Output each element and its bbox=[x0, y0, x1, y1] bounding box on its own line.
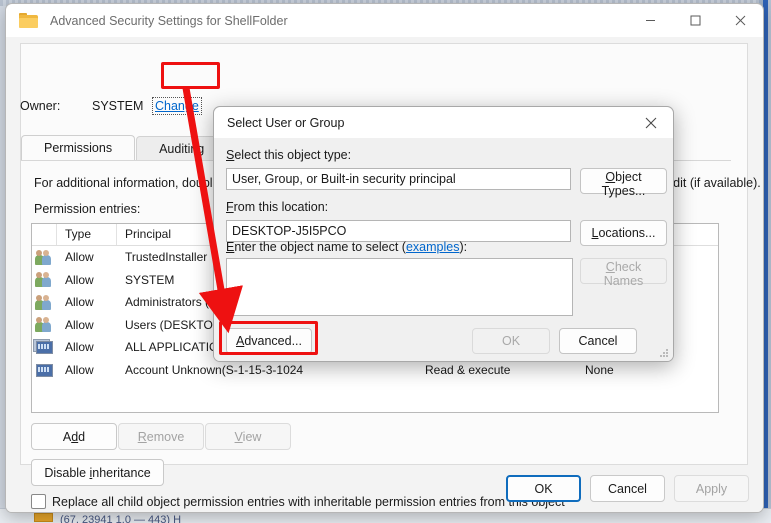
object-type-label: Select this object type: bbox=[226, 148, 352, 162]
remove-button[interactable]: Remove bbox=[118, 423, 204, 450]
dialog-ok-button[interactable]: OK bbox=[472, 328, 550, 354]
examples-link[interactable]: examples bbox=[406, 240, 460, 254]
users-group-icon bbox=[32, 314, 57, 337]
dialog-title-bar: Select User or Group bbox=[214, 107, 673, 138]
location-field[interactable]: DESKTOP-J5I5PCO bbox=[226, 220, 571, 242]
footer-buttons: OK Cancel Apply bbox=[506, 475, 749, 502]
users-group-icon bbox=[32, 246, 57, 269]
cell-type: Allow bbox=[65, 250, 94, 264]
object-types-button[interactable]: Object Types... bbox=[580, 168, 667, 198]
permission-entries-label: Permission entries: bbox=[34, 202, 141, 216]
cell-type: Allow bbox=[65, 295, 94, 309]
tab-strip: Permissions Auditing bbox=[21, 135, 228, 161]
background-status-text: (67, 23941 1.0 — 443) H bbox=[60, 514, 182, 523]
window-controls bbox=[628, 4, 763, 37]
cell-type: Allow bbox=[65, 362, 94, 377]
apply-button[interactable]: Apply bbox=[674, 475, 749, 502]
computer-icon bbox=[32, 359, 57, 382]
users-group-icon bbox=[32, 291, 57, 314]
owner-value: SYSTEM bbox=[92, 99, 144, 113]
text-caret bbox=[231, 303, 232, 316]
minimize-button[interactable] bbox=[628, 4, 673, 37]
locations-button[interactable]: Locations... bbox=[580, 220, 667, 246]
object-name-input[interactable] bbox=[226, 258, 573, 316]
location-label: From this location: bbox=[226, 200, 329, 214]
add-button[interactable]: Add bbox=[31, 423, 117, 450]
view-button[interactable]: View bbox=[205, 423, 291, 450]
dialog-title: Select User or Group bbox=[227, 115, 345, 130]
title-bar: Advanced Security Settings for ShellFold… bbox=[6, 4, 763, 37]
close-button[interactable] bbox=[718, 4, 763, 37]
users-group-icon bbox=[32, 269, 57, 292]
app-packages-icon bbox=[32, 336, 57, 359]
cancel-button[interactable]: Cancel bbox=[590, 475, 665, 502]
dialog-cancel-button[interactable]: Cancel bbox=[559, 328, 637, 354]
maximize-button[interactable] bbox=[673, 4, 718, 37]
dialog-close-button[interactable] bbox=[629, 107, 673, 138]
screen: (67, 23941 1.0 — 443) H Advanced Securit… bbox=[0, 0, 771, 523]
object-type-field[interactable]: User, Group, or Built-in security princi… bbox=[226, 168, 571, 190]
object-name-label-pre: nter the object name to select ( bbox=[234, 240, 406, 254]
dialog-body: Select this object type: User, Group, or… bbox=[214, 138, 673, 361]
cell-type: Allow bbox=[65, 340, 94, 354]
advanced-button[interactable]: Advanced... bbox=[226, 328, 312, 354]
window-title: Advanced Security Settings for ShellFold… bbox=[50, 13, 288, 28]
tab-permissions[interactable]: Permissions bbox=[21, 135, 136, 161]
cell-type: Allow bbox=[65, 272, 94, 287]
owner-row: Owner: SYSTEM Change bbox=[20, 97, 202, 115]
column-header-type[interactable]: Type bbox=[57, 224, 117, 245]
background-color-swatch bbox=[34, 513, 53, 522]
object-name-label-post: ): bbox=[459, 240, 468, 254]
change-owner-link[interactable]: Change bbox=[152, 97, 202, 115]
folder-icon bbox=[19, 13, 38, 28]
cell-type: Allow bbox=[65, 317, 94, 332]
replace-child-permissions-label: Replace all child object permission entr… bbox=[52, 494, 565, 509]
replace-child-permissions-checkbox[interactable] bbox=[31, 494, 46, 509]
disable-inheritance-button[interactable]: Disable inheritance bbox=[31, 459, 164, 486]
ok-button[interactable]: OK bbox=[506, 475, 581, 502]
resize-grip[interactable] bbox=[659, 348, 669, 358]
replace-child-permissions-row: Replace all child object permission entr… bbox=[31, 494, 565, 509]
object-name-label: Enter the object name to select (example… bbox=[226, 240, 468, 254]
check-names-button[interactable]: Check Names bbox=[580, 258, 667, 288]
select-user-or-group-dialog: Select User or Group Select this object … bbox=[213, 106, 674, 362]
column-header-icon[interactable] bbox=[32, 224, 57, 245]
owner-label: Owner: bbox=[20, 99, 61, 113]
